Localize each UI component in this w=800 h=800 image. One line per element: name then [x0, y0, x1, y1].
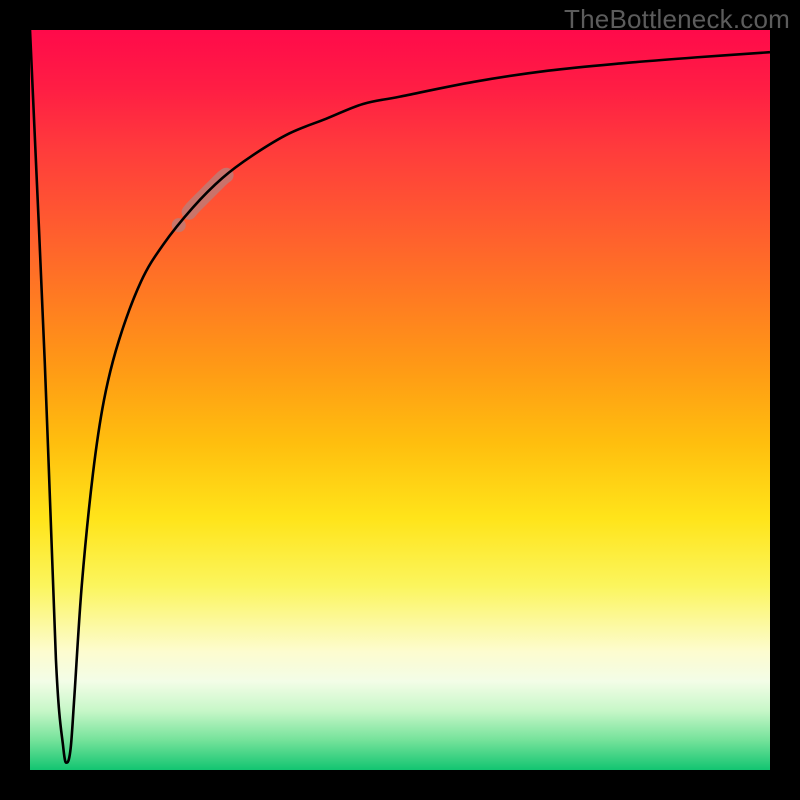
bottleneck-curve: [30, 30, 770, 763]
curve-layer: [30, 30, 770, 770]
watermark-text: TheBottleneck.com: [564, 4, 790, 35]
plot-area: [30, 30, 770, 770]
chart-frame: TheBottleneck.com: [0, 0, 800, 800]
